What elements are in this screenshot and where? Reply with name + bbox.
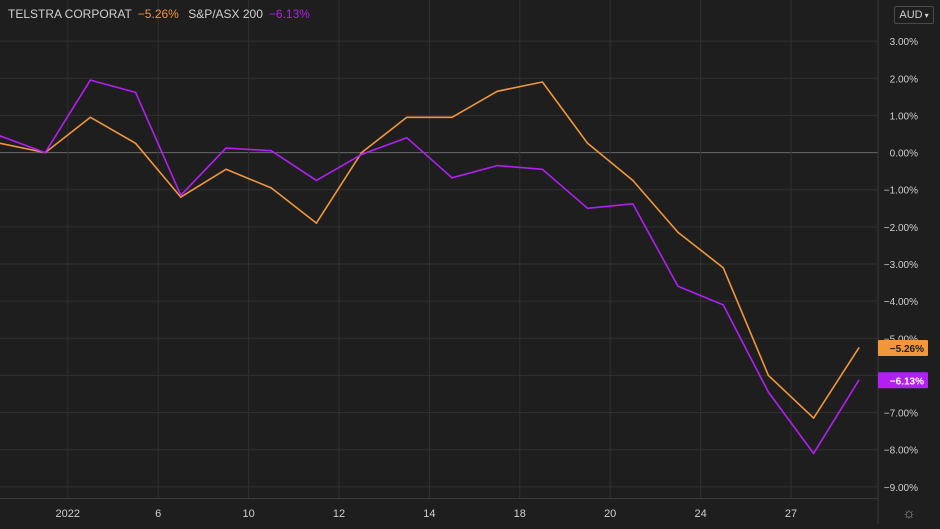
last-value-label-1: −5.26% xyxy=(890,344,924,355)
x-tick-label: 20 xyxy=(604,508,616,520)
data-point-series-2 xyxy=(225,147,227,149)
last-value-label-2: −6.13% xyxy=(890,376,924,387)
data-point-series-1 xyxy=(767,374,770,377)
x-tick-label: 24 xyxy=(694,508,706,520)
data-point-series-2 xyxy=(44,151,46,154)
data-point-series-1 xyxy=(225,168,227,171)
data-point-series-1 xyxy=(858,347,860,349)
y-tick-label: 2.00% xyxy=(890,74,918,85)
data-point-series-2 xyxy=(767,391,770,393)
data-point-series-2 xyxy=(541,168,544,171)
data-point-series-2 xyxy=(270,149,273,152)
x-tick-label: 18 xyxy=(514,508,526,520)
data-point-series-1 xyxy=(360,151,363,154)
y-tick-label: −4.00% xyxy=(884,297,918,308)
y-tick-label: −2.00% xyxy=(884,223,918,234)
x-tick-label: 27 xyxy=(785,508,797,520)
chart-legend: TELSTRA CORPORAT −5.26% S&P/ASX 200 −6.13% xyxy=(8,7,316,21)
gear-icon[interactable]: ☼ xyxy=(900,504,918,522)
data-point-series-2 xyxy=(858,379,860,382)
legend-series2-name: S&P/ASX 200 xyxy=(188,7,263,21)
data-point-series-2 xyxy=(89,79,92,81)
currency-label: AUD xyxy=(899,9,923,21)
x-tick-label: 2022 xyxy=(56,508,80,520)
data-point-series-1 xyxy=(632,179,634,182)
data-point-series-2 xyxy=(360,153,363,156)
x-tick-label: 12 xyxy=(333,508,345,520)
data-point-series-2 xyxy=(406,136,408,139)
data-point-series-2 xyxy=(722,304,724,306)
y-tick-label: −3.00% xyxy=(884,260,918,271)
legend-series2-change: −6.13% xyxy=(268,7,310,21)
y-tick-label: −8.00% xyxy=(884,446,918,457)
data-point-series-1 xyxy=(451,116,453,119)
data-point-series-1 xyxy=(134,142,137,145)
data-point-series-2 xyxy=(632,203,634,205)
y-tick-label: −7.00% xyxy=(884,409,918,420)
data-point-series-2 xyxy=(451,177,453,179)
data-point-series-2 xyxy=(134,91,137,94)
x-tick-label: 10 xyxy=(242,508,254,520)
data-point-series-1 xyxy=(406,116,408,119)
data-point-series-1 xyxy=(586,142,589,145)
y-tick-label: −1.00% xyxy=(884,186,918,197)
legend-series1-change: −5.26% xyxy=(137,7,179,21)
data-point-series-1 xyxy=(812,417,815,419)
y-tick-label: −9.00% xyxy=(884,483,918,494)
data-point-series-1 xyxy=(541,81,544,83)
x-tick-label: 14 xyxy=(423,508,435,520)
y-tick-label: 0.00% xyxy=(890,149,918,160)
currency-dropdown-button[interactable]: AUD ▾ xyxy=(894,6,934,24)
data-point-series-1 xyxy=(677,231,679,234)
data-point-series-2 xyxy=(315,179,318,182)
data-point-series-2 xyxy=(586,207,589,210)
data-point-series-1 xyxy=(315,222,318,224)
legend-series1-name: TELSTRA CORPORAT xyxy=(8,7,132,21)
y-tick-label: 1.00% xyxy=(890,111,918,122)
chart-canvas[interactable]: 3.00% 2.00% 1.00% 0.00% −1.00% −2.00% −3.00% −4… xyxy=(0,0,940,524)
data-point-series-2 xyxy=(496,164,499,167)
data-point-series-1 xyxy=(180,196,182,198)
x-tick-label: 6 xyxy=(155,508,161,520)
data-point-series-1 xyxy=(270,187,273,189)
chevron-down-icon: ▾ xyxy=(924,10,929,20)
data-point-series-2 xyxy=(677,285,679,288)
data-point-series-2 xyxy=(180,194,182,197)
stock-comparison-chart[interactable]: 3.00% 2.00% 1.00% 0.00% −1.00% −2.00% −3.00% −4… xyxy=(0,0,940,524)
y-tick-label: 3.00% xyxy=(890,37,918,48)
data-point-series-2 xyxy=(812,452,815,455)
data-point-series-1 xyxy=(722,266,724,269)
data-point-series-1 xyxy=(89,116,92,119)
data-point-series-1 xyxy=(496,90,499,93)
